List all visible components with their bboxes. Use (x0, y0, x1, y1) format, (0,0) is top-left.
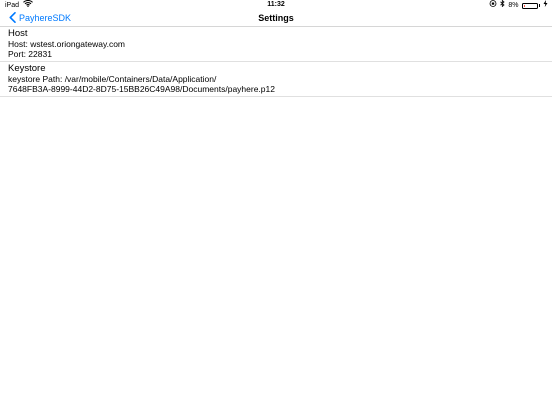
keystore-section[interactable]: Keystore keystore Path: /var/mobile/Cont… (0, 62, 552, 97)
settings-list: Host Host: wstest.oriongateway.com Port:… (0, 27, 552, 97)
page-title: Settings (258, 13, 294, 23)
host-section[interactable]: Host Host: wstest.oriongateway.com Port:… (0, 27, 552, 62)
navigation-bar: PayhereSDK Settings (0, 10, 552, 27)
host-address: Host: wstest.oriongateway.com (8, 39, 125, 49)
battery-icon (521, 2, 538, 9)
host-port: Port: 22831 (8, 49, 52, 59)
keystore-title: Keystore (8, 63, 46, 74)
status-time: 11:32 (267, 1, 285, 8)
keystore-path-continued: 7648FB3A-8999-44D2-8D75-15BB26C49A98/Doc… (8, 84, 275, 94)
status-bar: iPad 11:32 8% (0, 0, 552, 10)
host-title: Host (8, 28, 28, 39)
battery-percent: 8% (508, 1, 519, 9)
keystore-path: keystore Path: /var/mobile/Containers/Da… (8, 74, 217, 84)
battery-fill (523, 4, 525, 7)
battery-cap (538, 4, 540, 7)
